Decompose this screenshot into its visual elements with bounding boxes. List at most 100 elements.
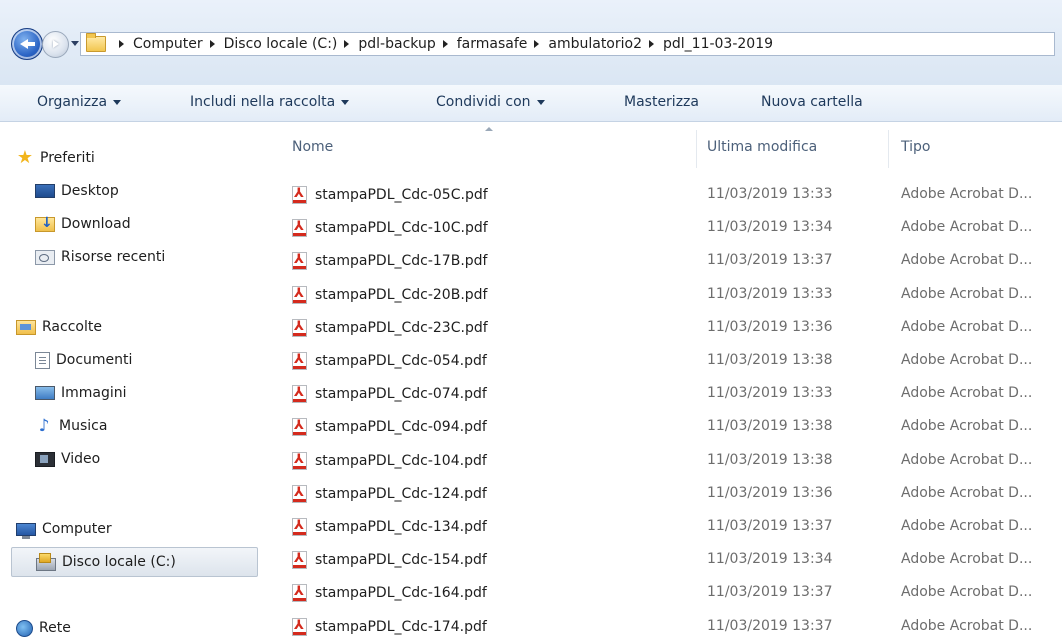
file-modified-date: 11/03/2019 13:37	[707, 252, 833, 269]
file-name-cell[interactable]: stampaPDL_Cdc-094.pdf	[292, 418, 487, 437]
breadcrumb-separator-icon[interactable]	[344, 40, 350, 48]
sidebar-item-desktop[interactable]: Desktop	[35, 179, 119, 203]
breadcrumb-ambulatorio2[interactable]: ambulatorio2	[548, 36, 642, 52]
forward-arrow-icon[interactable]	[42, 31, 69, 58]
new-folder-button[interactable]: Nuova cartella	[761, 94, 863, 110]
burn-button[interactable]: Masterizza	[624, 94, 699, 110]
file-name: stampaPDL_Cdc-164.pdf	[315, 585, 487, 602]
file-name-cell[interactable]: stampaPDL_Cdc-164.pdf	[292, 584, 487, 603]
breadcrumb-computer[interactable]: Computer	[133, 36, 203, 52]
file-name-cell[interactable]: stampaPDL_Cdc-20B.pdf	[292, 285, 487, 304]
file-name-cell[interactable]: stampaPDL_Cdc-074.pdf	[292, 385, 487, 404]
table-row[interactable]: stampaPDL_Cdc-094.pdf 11/03/2019 13:38 Ado…	[272, 411, 1062, 444]
table-row[interactable]: stampaPDL_Cdc-164.pdf 11/03/2019 13:37 Ado…	[272, 577, 1062, 610]
desktop-icon	[35, 184, 55, 198]
sidebar-item-label: Desktop	[61, 183, 119, 199]
breadcrumb-separator-icon[interactable]	[442, 40, 448, 48]
sidebar-item-download[interactable]: Download	[35, 212, 131, 236]
table-row[interactable]: stampaPDL_Cdc-23C.pdf 11/03/2019 13:36 Ado…	[272, 312, 1062, 345]
pdf-file-icon	[292, 518, 307, 536]
file-modified-date: 11/03/2019 13:36	[707, 318, 833, 335]
table-row[interactable]: stampaPDL_Cdc-134.pdf 11/03/2019 13:37 Ado…	[272, 511, 1062, 544]
file-name-cell[interactable]: stampaPDL_Cdc-124.pdf	[292, 484, 487, 503]
sidebar-group-computer[interactable]: Computer	[16, 517, 112, 541]
file-name: stampaPDL_Cdc-10C.pdf	[315, 220, 488, 237]
file-name-cell[interactable]: stampaPDL_Cdc-134.pdf	[292, 518, 487, 536]
file-modified-date: 11/03/2019 13:33	[707, 385, 833, 402]
pdf-file-icon	[292, 451, 307, 470]
file-name-cell[interactable]: stampaPDL_Cdc-054.pdf	[292, 352, 487, 370]
organize-label: Organizza	[37, 94, 108, 110]
table-row[interactable]: stampaPDL_Cdc-154.pdf 11/03/2019 13:34 Ado…	[272, 544, 1062, 577]
file-type: Adobe Acrobat D...	[901, 252, 1033, 269]
sidebar-item-pictures[interactable]: Immagini	[35, 381, 127, 405]
column-divider[interactable]	[888, 130, 889, 168]
sidebar-item-documents[interactable]: Documenti	[35, 348, 132, 372]
table-row[interactable]: stampaPDL_Cdc-124.pdf 11/03/2019 13:36 Ado…	[272, 478, 1062, 511]
file-name-cell[interactable]: stampaPDL_Cdc-104.pdf	[292, 451, 487, 470]
sidebar-item-label: Download	[61, 216, 131, 232]
image-icon	[35, 386, 55, 400]
breadcrumb-separator-icon[interactable]	[534, 40, 540, 48]
table-row[interactable]: stampaPDL_Cdc-10C.pdf 11/03/2019 13:34 Ado…	[272, 212, 1062, 245]
file-modified-date: 11/03/2019 13:38	[707, 418, 833, 435]
file-name-cell[interactable]: stampaPDL_Cdc-10C.pdf	[292, 219, 488, 238]
sidebar-group-favorites[interactable]: ★ Preferiti	[16, 146, 95, 170]
file-name-cell[interactable]: stampaPDL_Cdc-154.pdf	[292, 551, 487, 570]
column-header-type[interactable]: Tipo	[901, 139, 930, 155]
table-row[interactable]: stampaPDL_Cdc-20B.pdf 11/03/2019 13:33 Ado…	[272, 279, 1062, 312]
table-row[interactable]: stampaPDL_Cdc-17B.pdf 11/03/2019 13:37 Ado…	[272, 245, 1062, 278]
file-name-cell[interactable]: stampaPDL_Cdc-174.pdf	[292, 617, 487, 636]
file-modified-date: 11/03/2019 13:33	[707, 186, 833, 202]
sidebar-group-network[interactable]: Rete	[16, 616, 71, 640]
sidebar-item-recent[interactable]: Risorse recenti	[35, 245, 165, 269]
sidebar-item-music[interactable]: ♪ Musica	[35, 414, 108, 438]
organize-button[interactable]: Organizza	[37, 94, 122, 110]
back-arrow-icon[interactable]	[11, 28, 43, 60]
share-label: Condividi con	[436, 94, 531, 110]
new-folder-label: Nuova cartella	[761, 94, 863, 110]
breadcrumb-local-disk[interactable]: Disco locale (C:)	[224, 36, 338, 52]
file-type: Adobe Acrobat D...	[901, 584, 1033, 601]
computer-icon	[16, 522, 36, 539]
pdf-file-icon	[292, 418, 307, 437]
file-type: Adobe Acrobat D...	[901, 451, 1033, 468]
file-type: Adobe Acrobat D...	[901, 385, 1033, 402]
file-modified-date: 11/03/2019 13:38	[707, 451, 833, 468]
table-row[interactable]: stampaPDL_Cdc-054.pdf 11/03/2019 13:38 Ado…	[272, 345, 1062, 378]
file-modified-date: 11/03/2019 13:34	[707, 551, 833, 568]
file-type: Adobe Acrobat D...	[901, 418, 1033, 435]
sidebar-item-video[interactable]: Video	[35, 447, 100, 471]
column-divider[interactable]	[696, 130, 697, 168]
breadcrumb-separator-icon[interactable]	[119, 40, 124, 48]
include-in-library-button[interactable]: Includi nella raccolta	[190, 94, 350, 110]
file-type: Adobe Acrobat D...	[901, 285, 1033, 302]
breadcrumb-pdl-backup[interactable]: pdl-backup	[358, 36, 435, 52]
breadcrumb-farmasafe[interactable]: farmasafe	[457, 36, 528, 52]
table-row[interactable]: stampaPDL_Cdc-05C.pdf 11/03/2019 13:33 Ado…	[272, 179, 1062, 212]
breadcrumb-separator-icon[interactable]	[209, 40, 215, 48]
breadcrumb-separator-icon[interactable]	[649, 40, 654, 48]
column-header-name[interactable]: Nome	[292, 139, 333, 155]
pdf-file-icon	[292, 318, 307, 337]
file-name: stampaPDL_Cdc-05C.pdf	[315, 187, 488, 203]
table-row[interactable]: stampaPDL_Cdc-174.pdf 11/03/2019 13:37 Ado…	[272, 611, 1062, 644]
file-name-cell[interactable]: stampaPDL_Cdc-05C.pdf	[292, 186, 488, 204]
table-row[interactable]: stampaPDL_Cdc-074.pdf 11/03/2019 13:33 Ado…	[272, 378, 1062, 411]
sidebar-item-local-disk[interactable]: Disco locale (C:)	[11, 547, 258, 577]
file-name-cell[interactable]: stampaPDL_Cdc-23C.pdf	[292, 318, 488, 337]
sidebar-group-libraries[interactable]: Raccolte	[16, 315, 102, 339]
address-bar[interactable]: Computer Disco locale (C:) pdl-backup fa…	[80, 32, 1055, 56]
file-name-cell[interactable]: stampaPDL_Cdc-17B.pdf	[292, 252, 487, 271]
pdf-file-icon	[292, 186, 307, 204]
pdf-file-icon	[292, 285, 307, 304]
pdf-file-icon	[292, 484, 307, 503]
chevron-down-icon	[341, 99, 350, 105]
music-note-icon: ♪	[38, 416, 50, 436]
chevron-down-icon[interactable]	[71, 41, 79, 46]
breadcrumb-current-folder[interactable]: pdl_11-03-2019	[663, 36, 773, 52]
table-row[interactable]: stampaPDL_Cdc-104.pdf 11/03/2019 13:38 Ado…	[272, 445, 1062, 478]
chevron-down-icon	[536, 99, 545, 105]
column-header-modified[interactable]: Ultima modifica	[707, 139, 817, 155]
share-with-button[interactable]: Condividi con	[436, 94, 545, 110]
